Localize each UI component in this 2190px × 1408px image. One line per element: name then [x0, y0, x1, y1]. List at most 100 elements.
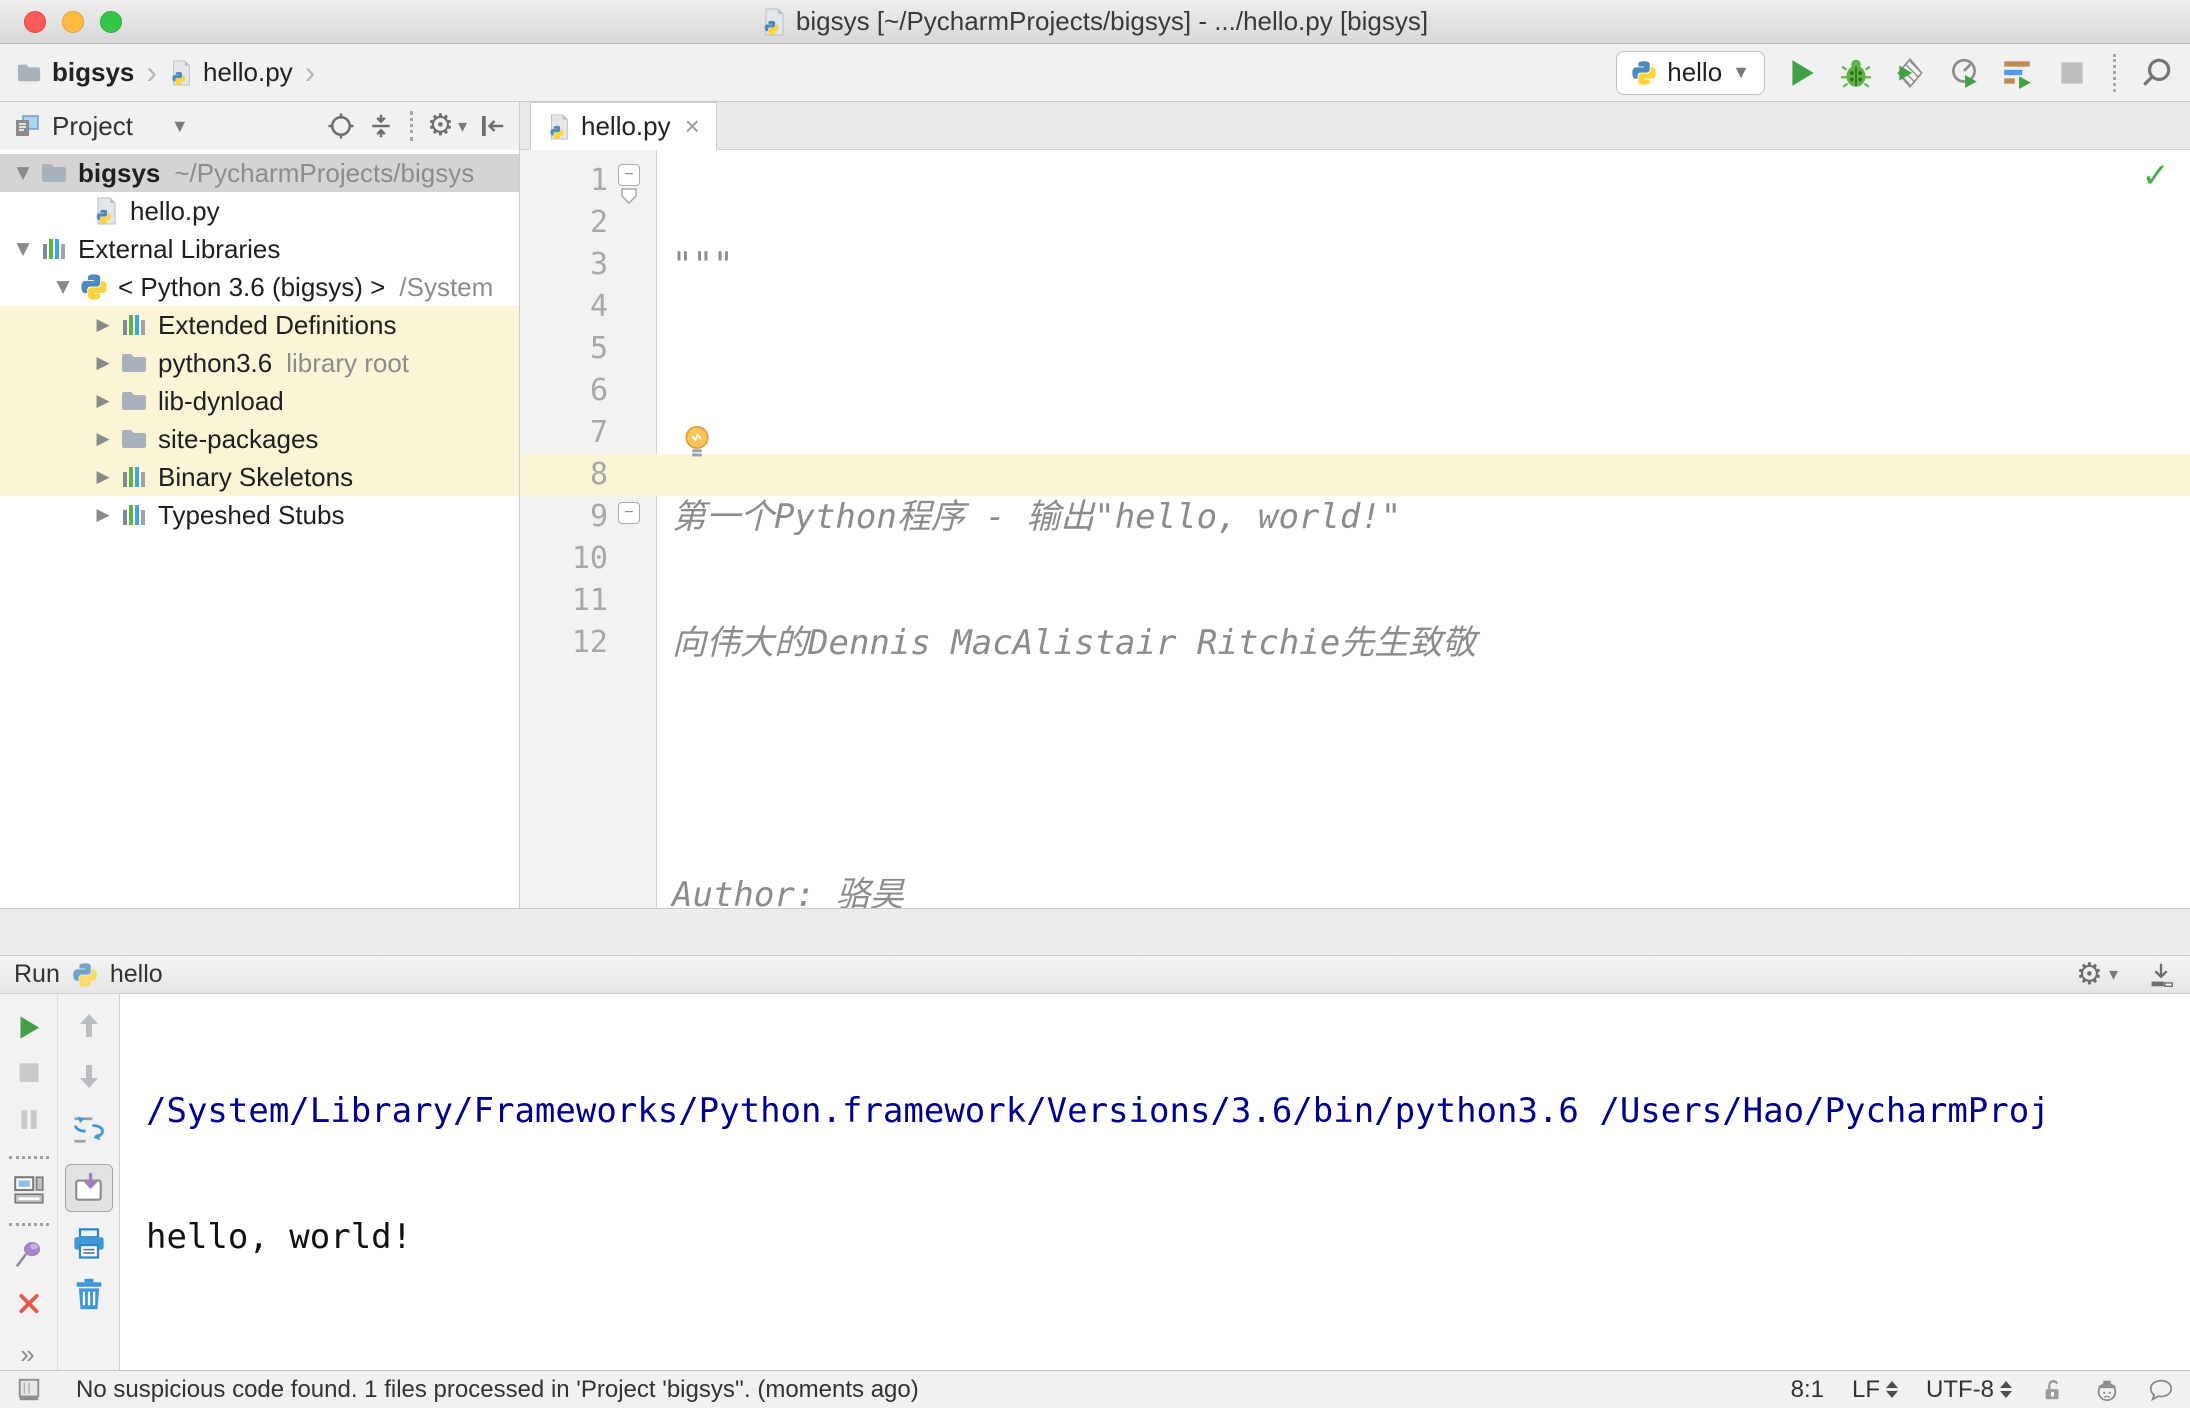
console-command-line: /System/Library/Frameworks/Python.framew… [146, 1091, 2050, 1131]
folder-icon [122, 354, 146, 372]
run-configuration-selector[interactable]: hello ▼ [1616, 50, 1765, 95]
run-with-coverage-button[interactable] [1893, 56, 1927, 90]
breadcrumb-label: bigsys [52, 57, 135, 87]
chevron-down-icon[interactable]: ▼ [171, 116, 189, 137]
hide-panel-icon[interactable] [477, 111, 507, 141]
next-occurrence-button-disabled[interactable] [73, 1060, 105, 1092]
scroll-to-end-button-active[interactable] [64, 1164, 113, 1212]
tree-row-bigsys[interactable]: ▼ bigsys ~/PycharmProjects/bigsys [0, 154, 519, 192]
gear-icon[interactable]: ⚙ [2076, 959, 2103, 990]
run-panel-header: Run hello ⚙ ▾ [0, 956, 2190, 994]
folder-icon [122, 430, 146, 448]
close-window-button[interactable] [24, 10, 46, 33]
project-panel-title[interactable]: Project [52, 111, 133, 142]
line-number: 9 [589, 499, 608, 534]
print-button[interactable] [71, 1226, 107, 1262]
chevron-expanded-icon[interactable]: ▼ [8, 239, 38, 259]
toolbar-separator [8, 1155, 49, 1159]
chevron-collapsed-icon[interactable]: ▶ [88, 391, 118, 411]
editor-tab-hello-py[interactable]: hello.py × [530, 102, 717, 150]
line-number: 8 [589, 457, 608, 492]
tree-row-binary-skeletons[interactable]: ▶ Binary Skeletons [0, 458, 519, 496]
minimize-window-button[interactable] [62, 10, 84, 33]
chevron-collapsed-icon[interactable]: ▶ [88, 315, 118, 335]
chevron-collapsed-icon[interactable]: ▶ [88, 467, 118, 487]
folder-icon [122, 392, 146, 410]
concurrency-diagram-button[interactable] [2001, 56, 2035, 90]
line-separator-widget[interactable]: LF [1852, 1376, 1898, 1404]
window-controls [24, 10, 122, 33]
soft-wrap-button[interactable] [71, 1112, 107, 1148]
inspection-ok-icon[interactable]: ✓ [2142, 156, 2171, 196]
hide-panel-icon[interactable] [2146, 960, 2176, 990]
tree-row-python36[interactable]: ▶ python3.6 library root [0, 344, 519, 382]
code-line-6: Author: 骆昊 [672, 875, 904, 908]
chevron-expanded-icon[interactable]: ▼ [8, 163, 38, 183]
debug-button[interactable] [1839, 56, 1873, 90]
tree-row-external-libraries[interactable]: ▼ External Libraries [0, 230, 519, 268]
restore-layout-button[interactable] [9, 1173, 49, 1207]
search-everywhere-icon[interactable] [2140, 56, 2174, 90]
line-number: 6 [589, 373, 608, 408]
tree-row-python-sdk[interactable]: ▼ < Python 3.6 (bigsys) > /System [0, 268, 519, 306]
tree-label: lib-dynload [158, 385, 284, 416]
window-title-area: bigsys [~/PycharmProjects/bigsys] - .../… [0, 0, 2190, 43]
tree-label: Typeshed Stubs [158, 499, 345, 530]
collapse-all-icon[interactable] [366, 111, 396, 141]
run-config-name[interactable]: hello [110, 960, 163, 989]
tree-row-lib-dynload[interactable]: ▶ lib-dynload [0, 382, 519, 420]
gear-icon[interactable]: ⚙ [427, 111, 454, 141]
chevron-expanded-icon[interactable]: ▼ [48, 277, 78, 297]
pause-button-disabled[interactable] [13, 1106, 45, 1133]
stop-button-disabled[interactable] [2055, 56, 2089, 90]
stop-button-disabled[interactable] [13, 1059, 45, 1086]
toggle-toolwindows-icon[interactable] [16, 1377, 42, 1403]
rerun-button[interactable] [13, 1014, 45, 1041]
line-number: 5 [589, 331, 608, 366]
python-file-icon [550, 113, 568, 140]
tree-label: < Python 3.6 (bigsys) > [118, 271, 386, 302]
run-panel-body: » /System/Library/Frameworks/Python.fram… [0, 994, 2190, 1370]
close-panel-button[interactable] [13, 1290, 45, 1317]
fold-arrow-icon[interactable] [620, 188, 638, 204]
more-actions-button[interactable]: » [20, 1339, 36, 1370]
code-line-3: 第一个Python程序 - 输出"hello, world!" [672, 497, 1402, 537]
encoding-widget[interactable]: UTF-8 [1926, 1376, 2012, 1404]
code-line-4: 向伟大的Dennis MacAlistair Ritchie先生致敬 [672, 623, 1477, 663]
chevron-collapsed-icon[interactable]: ▶ [88, 429, 118, 449]
close-tab-icon[interactable]: × [685, 111, 700, 142]
chevron-collapsed-icon[interactable]: ▶ [88, 353, 118, 373]
line-number: 1 [589, 163, 608, 198]
main-area: Project ▼ ⚙ ▾ ▼ bigsys ~/PycharmProjects/… [0, 102, 2190, 908]
tree-row-hello-py[interactable]: hello.py [0, 192, 519, 230]
intention-lightbulb-icon[interactable] [678, 422, 716, 460]
chevron-collapsed-icon[interactable]: ▶ [88, 505, 118, 525]
prev-occurrence-button-disabled[interactable] [73, 1010, 105, 1042]
folder-icon [42, 164, 66, 182]
code-editor[interactable]: 1 2 3 4 5 6 7 8 9 10 11 12 − − """ 第一个Py… [520, 150, 2190, 908]
chevron-down-icon: ▾ [457, 115, 467, 136]
zoom-window-button[interactable] [100, 10, 122, 33]
run-configuration-name: hello [1667, 57, 1723, 87]
breadcrumb-item-project[interactable]: bigsys [16, 57, 134, 88]
tree-row-site-packages[interactable]: ▶ site-packages [0, 420, 519, 458]
run-console-output[interactable]: /System/Library/Frameworks/Python.framew… [120, 994, 2190, 1370]
code-content[interactable]: """ 第一个Python程序 - 输出"hello, world!" 向伟大的… [672, 160, 2190, 908]
clear-console-button[interactable] [71, 1276, 107, 1312]
run-button[interactable] [1785, 56, 1819, 90]
tree-row-extended-definitions[interactable]: ▶ Extended Definitions [0, 306, 519, 344]
locate-file-icon[interactable] [326, 111, 356, 141]
event-log-bubble-icon[interactable] [2148, 1377, 2174, 1403]
unlock-icon[interactable] [2040, 1377, 2066, 1403]
fold-region-start-icon[interactable]: − [618, 164, 640, 186]
profiler-button[interactable] [1947, 56, 1981, 90]
caret-position-widget[interactable]: 8:1 [1791, 1376, 1824, 1404]
line-number-gutter[interactable]: 1 2 3 4 5 6 7 8 9 10 11 12 [520, 160, 608, 664]
fold-region-end-icon[interactable]: − [618, 502, 640, 524]
pin-tab-button[interactable] [10, 1238, 48, 1270]
breadcrumb-item-file[interactable]: hello.py [169, 57, 293, 88]
hector-inspections-icon[interactable] [2094, 1377, 2120, 1403]
library-icon [123, 467, 145, 487]
tree-row-typeshed-stubs[interactable]: ▶ Typeshed Stubs [0, 496, 519, 534]
tab-label: hello.py [581, 111, 671, 141]
